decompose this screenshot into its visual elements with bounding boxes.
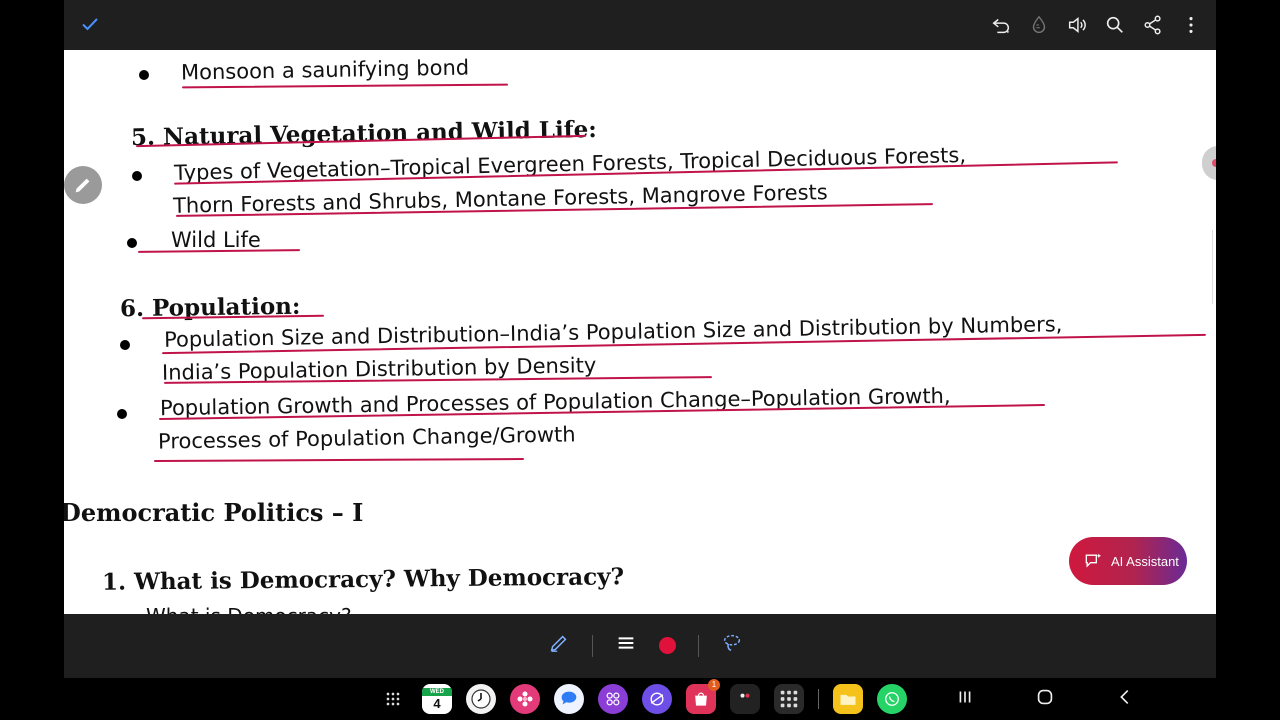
section-democratic-politics: Democratic Politics – I (64, 498, 364, 527)
note-line-s6-b2-l2: Processes of Population Change/Growth (157, 422, 576, 454)
top-toolbar (64, 0, 1216, 50)
clock-app[interactable] (466, 684, 496, 714)
question-1-subline-cut: What is Democracy? (146, 604, 352, 614)
underline-monsoon (181, 83, 509, 89)
pen-toolbar-divider (592, 634, 593, 657)
bullet-s5-1 (132, 171, 142, 181)
apps-folder[interactable] (598, 684, 628, 714)
ink-drop-icon[interactable] (1024, 10, 1054, 40)
store-badge: 1 (708, 679, 720, 691)
note-line-s5-b1-l2: Thorn Forests and Shrubs, Montane Forest… (172, 180, 828, 218)
bullet-monsoon (139, 70, 149, 80)
browser-app[interactable] (642, 684, 672, 714)
whatsapp-app[interactable] (877, 684, 907, 714)
section-5-title: 5. Natural Vegetation and Wild Life: (130, 115, 597, 152)
note-line-s5-b1-l1: Types of Vegetation–Tropical Evergreen F… (173, 143, 967, 185)
gallery-app[interactable] (510, 684, 540, 714)
calendar-day: WED (422, 687, 452, 696)
taskbar: WED 4 1 (64, 678, 1216, 720)
share-icon[interactable] (1138, 10, 1168, 40)
home-icon[interactable] (1034, 686, 1056, 713)
pen-toolbar-divider-2 (698, 634, 699, 657)
messages-app[interactable] (554, 684, 584, 714)
ai-sparkle-icon (1085, 553, 1102, 568)
underline-s5-b2 (137, 249, 301, 253)
note-line-monsoon: Monsoon a saunifying bond (180, 55, 470, 85)
floating-pen-button[interactable] (64, 166, 102, 204)
volume-icon[interactable] (1062, 10, 1092, 40)
calendar-app[interactable]: WED 4 (422, 684, 452, 714)
menu-icon[interactable] (615, 632, 637, 659)
note-line-s5-b2: Wild Life (171, 228, 261, 252)
ai-assistant-button[interactable]: AI Assistant (1069, 537, 1187, 585)
lasso-select-icon[interactable] (721, 632, 743, 659)
bullet-s5-2 (127, 238, 137, 248)
question-1: 1. What is Democracy? Why Democracy? (101, 563, 625, 596)
side-panel-handle[interactable] (1202, 146, 1216, 180)
check-icon[interactable] (78, 12, 102, 36)
underline-s6-b2-l2 (153, 458, 525, 462)
app-grid[interactable] (774, 684, 804, 714)
note-app-window: Monsoon a saunifying bond 5. Natural Veg… (64, 0, 1216, 720)
app-drawer-icon[interactable] (378, 684, 408, 714)
more-vertical-icon[interactable] (1176, 10, 1206, 40)
back-icon[interactable] (1114, 686, 1136, 713)
bullet-s6-1 (120, 340, 130, 350)
recents-icon[interactable] (954, 686, 976, 713)
scrollbar[interactable] (1212, 230, 1216, 304)
files-app[interactable] (833, 684, 863, 714)
calendar-date: 4 (433, 695, 441, 711)
taskbar-divider (818, 689, 819, 709)
store-app[interactable]: 1 (686, 679, 720, 714)
ai-assistant-label: AI Assistant (1111, 553, 1179, 569)
note-page[interactable]: Monsoon a saunifying bond 5. Natural Veg… (64, 50, 1216, 614)
note-line-s6-b2-l1: Population Growth and Processes of Popul… (159, 383, 951, 421)
pen-edit-icon[interactable] (548, 632, 570, 659)
camera-app[interactable] (730, 684, 760, 714)
undo-icon[interactable] (986, 10, 1016, 40)
search-icon[interactable] (1100, 10, 1130, 40)
pencil-icon (75, 178, 90, 193)
red-color-icon[interactable] (659, 637, 676, 654)
bullet-s6-2 (117, 409, 127, 419)
pen-toolbar (64, 614, 1216, 678)
